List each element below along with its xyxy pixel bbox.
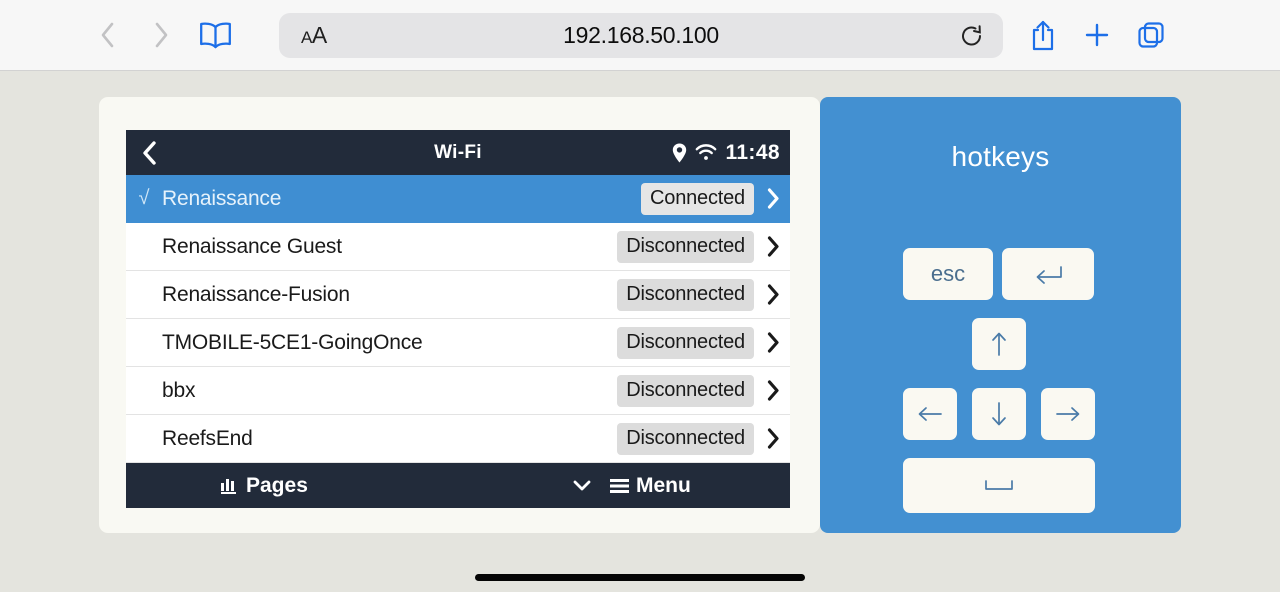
device-card: Wi-Fi 11:48 √ Renaissance Connected Rena… [99, 97, 820, 533]
status-badge: Connected [641, 182, 754, 215]
table-row[interactable]: bbx Disconnected [126, 367, 790, 415]
table-row[interactable]: TMOBILE-5CE1-GoingOnce Disconnected [126, 319, 790, 367]
page-content: Wi-Fi 11:48 √ Renaissance Connected Rena… [0, 71, 1280, 592]
pages-button[interactable]: Pages [221, 474, 308, 498]
chevron-right-icon [767, 236, 779, 257]
share-button[interactable] [1016, 8, 1070, 62]
row-detail-button[interactable] [760, 332, 786, 353]
status-badge: Disconnected [617, 230, 754, 263]
return-arrow-icon [1036, 266, 1062, 284]
key-enter[interactable] [1002, 248, 1094, 300]
key-arrow-up[interactable] [972, 318, 1026, 370]
browser-action-icons [1016, 8, 1178, 62]
hotkeys-panel: hotkeys esc [820, 97, 1181, 533]
device-status-bar: Wi-Fi 11:48 [126, 130, 790, 175]
device-back-button[interactable] [140, 140, 158, 166]
text-size-button[interactable]: AA [301, 22, 327, 49]
arrow-right-icon [1056, 407, 1080, 421]
address-bar[interactable]: AA 192.168.50.100 [279, 13, 1003, 58]
network-name: Renaissance-Fusion [162, 282, 350, 306]
status-badge: Disconnected [617, 326, 754, 359]
key-esc-label: esc [930, 261, 966, 286]
network-name: Renaissance [162, 186, 282, 210]
status-badge: Disconnected [617, 374, 754, 407]
bookmarks-button[interactable] [188, 8, 242, 62]
status-badge: Disconnected [617, 278, 754, 311]
location-pin-icon [673, 143, 687, 162]
new-tab-button[interactable] [1070, 8, 1124, 62]
back-button[interactable] [80, 8, 134, 62]
connected-check-icon: √ [138, 187, 150, 209]
chevron-right-icon [767, 188, 779, 209]
row-detail-button[interactable] [760, 380, 786, 401]
browser-nav-icons [80, 8, 242, 62]
arrow-down-icon [992, 402, 1006, 426]
text-size-small-a: A [301, 28, 312, 47]
row-detail-button[interactable] [760, 284, 786, 305]
text-size-big-a: A [311, 22, 327, 48]
menu-button[interactable]: Menu [610, 474, 691, 498]
menu-label: Menu [636, 473, 691, 497]
reload-button[interactable] [955, 19, 989, 53]
table-row[interactable]: Renaissance-Fusion Disconnected [126, 271, 790, 319]
network-name: ReefsEnd [162, 426, 253, 450]
key-space[interactable] [903, 458, 1095, 513]
share-icon [1032, 20, 1054, 50]
network-name: TMOBILE-5CE1-GoingOnce [162, 330, 423, 354]
tabs-icon [1138, 22, 1164, 48]
row-detail-button[interactable] [760, 428, 786, 449]
chevron-right-icon [767, 428, 779, 449]
table-row[interactable]: Renaissance Guest Disconnected [126, 223, 790, 271]
arrow-left-icon [918, 407, 942, 421]
table-row[interactable]: √ Renaissance Connected [126, 175, 790, 223]
device-screen: Wi-Fi 11:48 √ Renaissance Connected Rena… [126, 130, 790, 508]
show-tabs-button[interactable] [1124, 8, 1178, 62]
chevron-right-icon [155, 22, 167, 48]
chevron-down-icon[interactable] [572, 479, 592, 492]
status-badge: Disconnected [617, 422, 754, 455]
forward-button[interactable] [134, 8, 188, 62]
chevron-right-icon [767, 332, 779, 353]
key-arrow-down[interactable] [972, 388, 1026, 440]
network-name: bbx [162, 378, 196, 402]
wifi-signal-icon [696, 144, 717, 160]
key-esc[interactable]: esc [903, 248, 993, 300]
device-status-icons: 11:48 [672, 141, 780, 165]
row-detail-button[interactable] [760, 236, 786, 257]
url-text[interactable]: 192.168.50.100 [279, 22, 1003, 49]
device-clock: 11:48 [725, 140, 780, 164]
pages-label: Pages [246, 473, 308, 497]
home-indicator [475, 574, 805, 581]
bar-chart-icon [221, 479, 236, 494]
chevron-right-icon [767, 380, 779, 401]
hotkeys-title: hotkeys [951, 141, 1050, 172]
table-row[interactable]: ReefsEnd Disconnected [126, 415, 790, 463]
chevron-right-icon [767, 284, 779, 305]
reload-icon [962, 24, 981, 45]
spacebar-icon [985, 479, 1013, 490]
browser-toolbar: AA 192.168.50.100 [0, 0, 1280, 71]
chevron-left-icon [101, 22, 113, 48]
row-detail-button[interactable] [760, 188, 786, 209]
arrow-up-icon [992, 332, 1006, 356]
key-arrow-right[interactable] [1041, 388, 1095, 440]
network-name: Renaissance Guest [162, 234, 342, 258]
hamburger-icon [610, 478, 629, 493]
book-icon [199, 22, 231, 49]
device-footer-bar: Pages Menu [126, 463, 790, 508]
wifi-network-list: √ Renaissance Connected Renaissance Gues… [126, 175, 790, 463]
key-arrow-left[interactable] [903, 388, 957, 440]
plus-icon [1085, 23, 1109, 47]
